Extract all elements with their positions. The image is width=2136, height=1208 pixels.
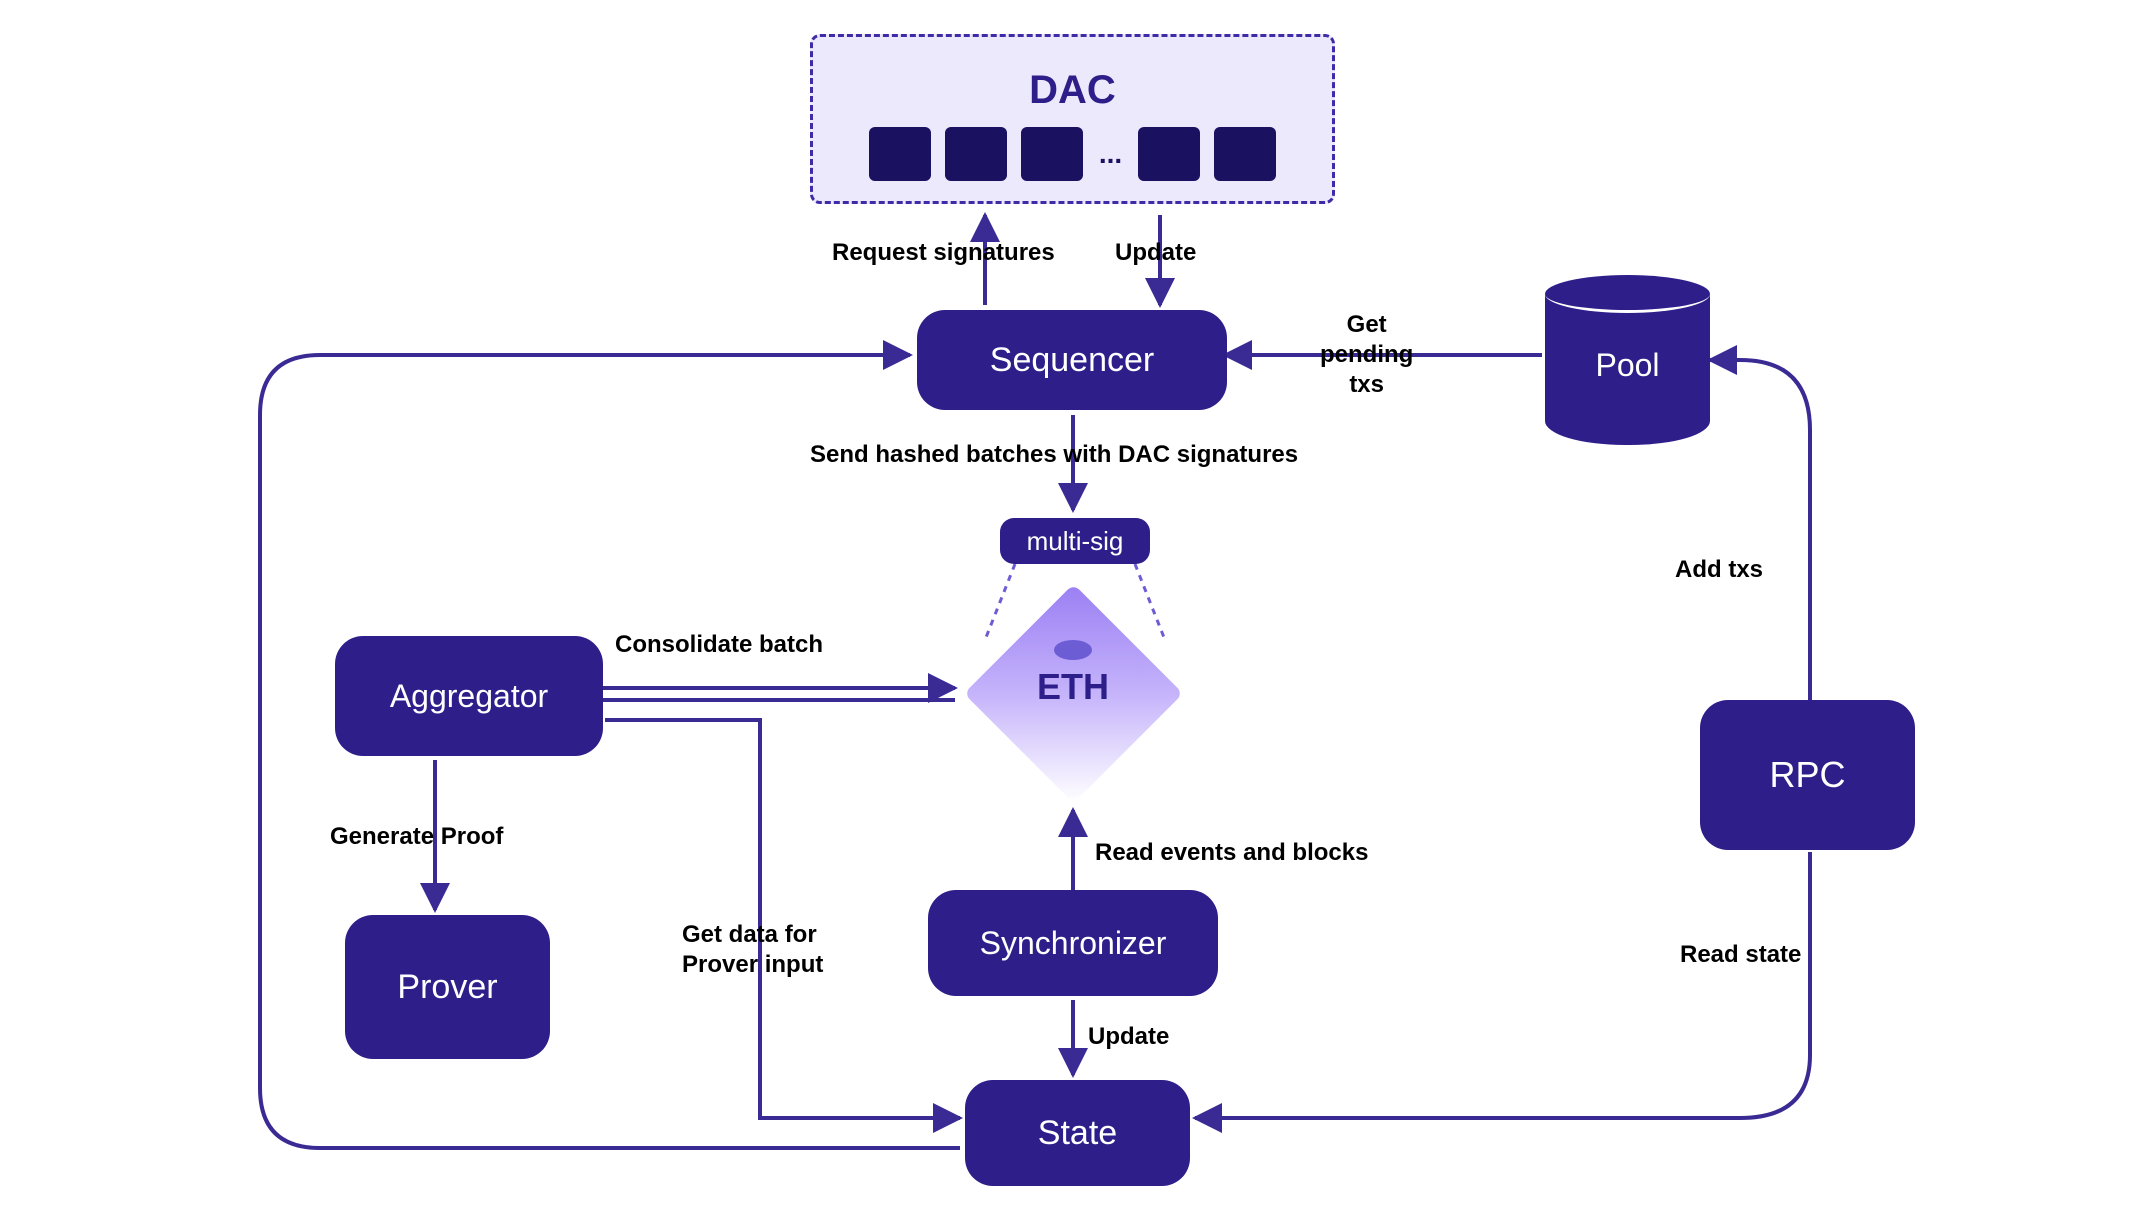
label-get-pending-txs: Get pending txs — [1320, 310, 1413, 400]
dac-member — [1021, 127, 1083, 181]
edge-aggregator-state — [605, 720, 960, 1118]
node-prover: Prover — [345, 915, 550, 1059]
edge-rpc-pool — [1710, 360, 1810, 700]
label-add-txs: Add txs — [1675, 555, 1763, 585]
node-state: State — [965, 1080, 1190, 1186]
label-read-state: Read state — [1680, 940, 1801, 970]
edge-multisig-eth-right — [1135, 564, 1165, 640]
node-pool: Pool — [1545, 275, 1710, 445]
label-read-events: Read events and blocks — [1095, 838, 1368, 868]
node-multisig: multi-sig — [1000, 518, 1150, 564]
label-consolidate-batch: Consolidate batch — [615, 630, 823, 660]
label-send-hashed: Send hashed batches with DAC signatures — [810, 440, 1298, 470]
edge-multisig-eth-left — [985, 564, 1015, 640]
eth-dot — [1054, 640, 1092, 660]
eth-label: ETH — [1037, 666, 1109, 708]
node-synchronizer: Synchronizer — [928, 890, 1218, 996]
label-update-state: Update — [1088, 1022, 1169, 1052]
label-request-signatures: Request signatures — [832, 238, 1055, 268]
dac-member — [869, 127, 931, 181]
pool-label: Pool — [1545, 347, 1710, 384]
dac-member — [1214, 127, 1276, 181]
dac-title: DAC — [1029, 68, 1116, 113]
node-dac: DAC ... — [810, 34, 1335, 204]
node-rpc: RPC — [1700, 700, 1915, 850]
architecture-diagram: DAC ... Sequencer Pool RPC multi-sig ETH… — [0, 0, 2136, 1208]
node-aggregator: Aggregator — [335, 636, 603, 756]
dac-member — [945, 127, 1007, 181]
edge-rpc-state — [1195, 852, 1810, 1118]
label-update-dac: Update — [1115, 238, 1196, 268]
dac-member — [1138, 127, 1200, 181]
label-get-data-prover: Get data for Prover input — [682, 920, 823, 980]
label-generate-proof: Generate Proof — [330, 822, 503, 852]
dac-members: ... — [869, 127, 1276, 181]
node-sequencer: Sequencer — [917, 310, 1227, 410]
dac-ellipsis: ... — [1097, 140, 1124, 168]
